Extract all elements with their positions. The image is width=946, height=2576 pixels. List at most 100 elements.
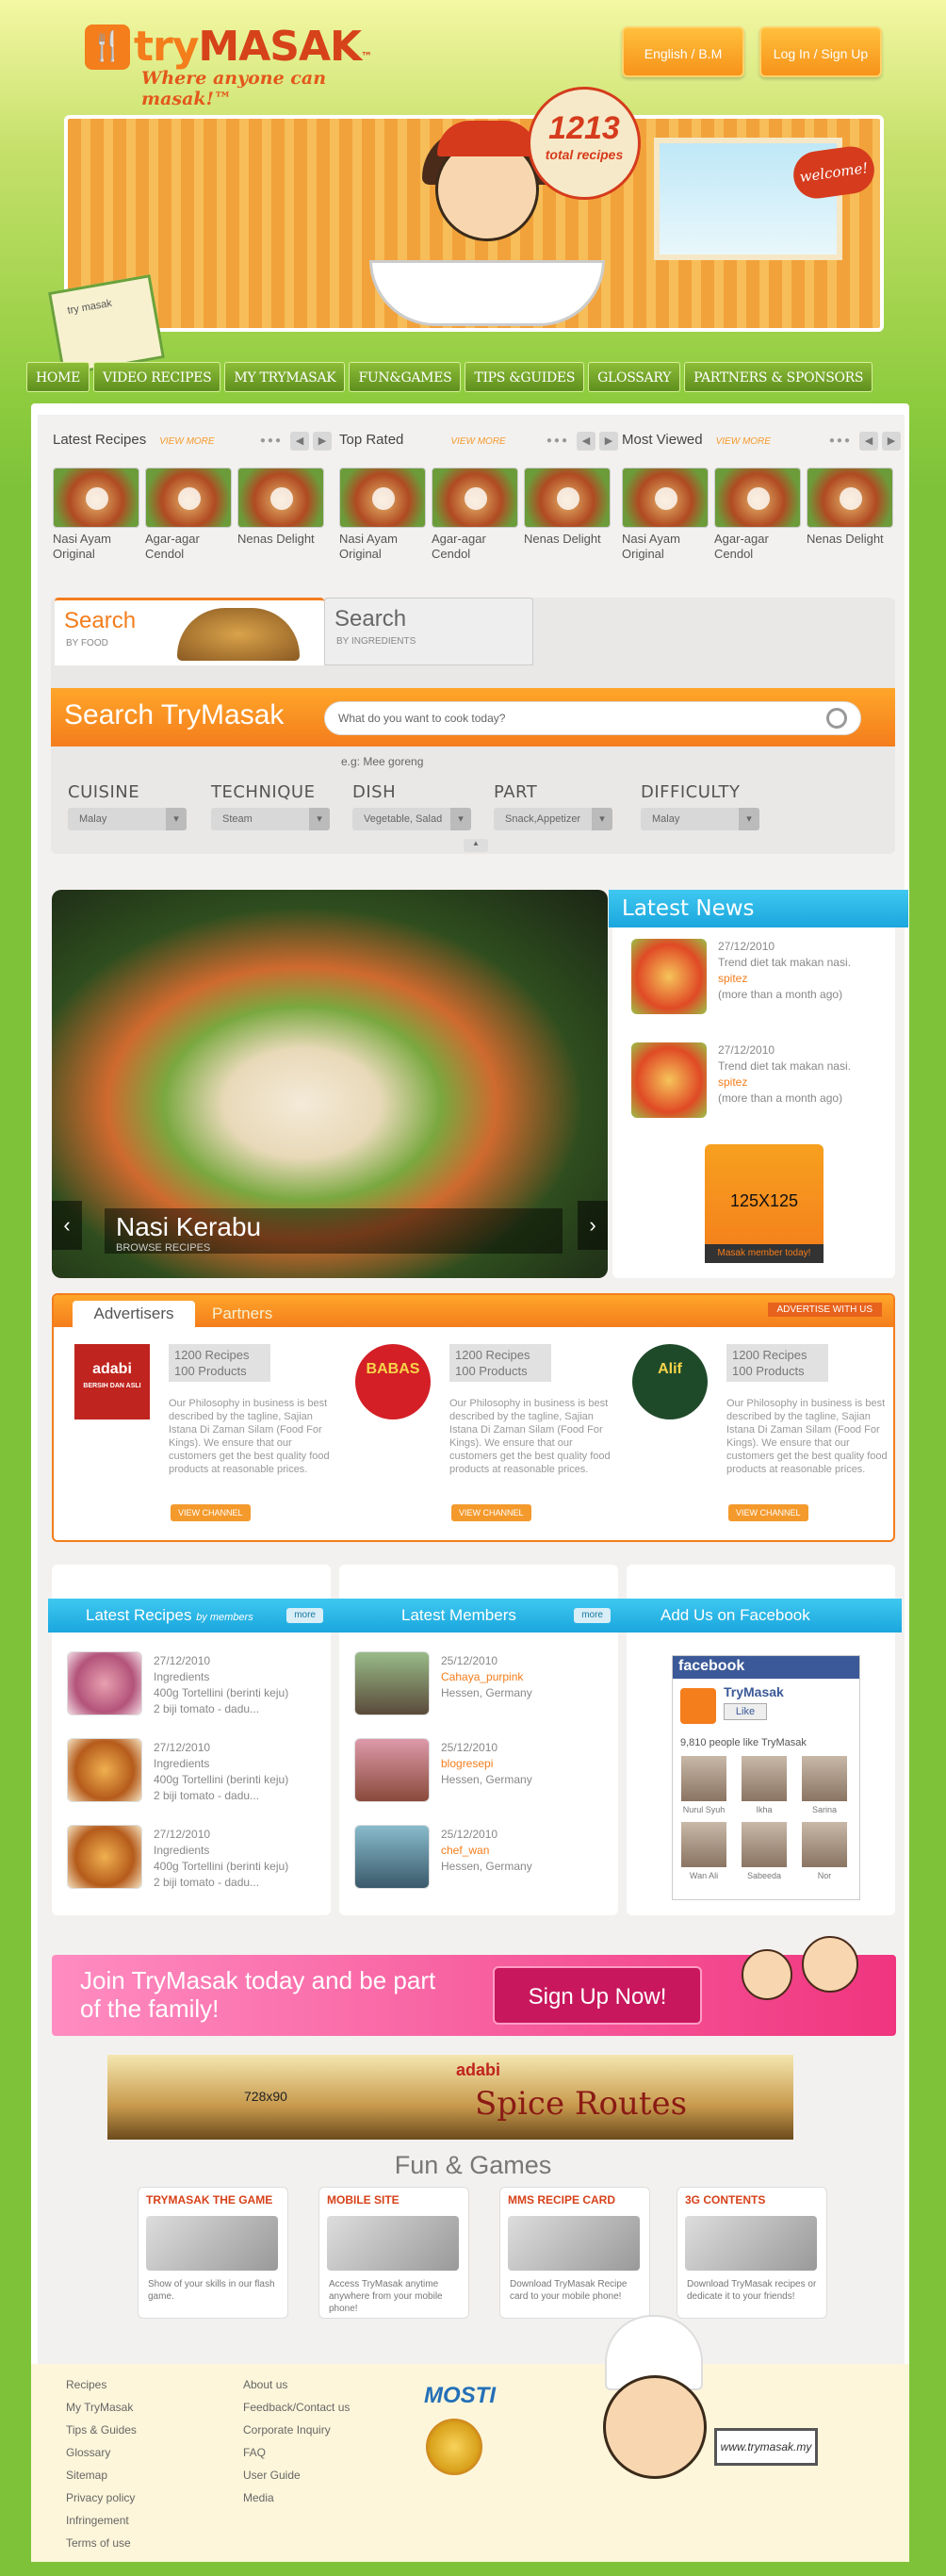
mosti-logo[interactable]: MOSTI: [424, 2383, 496, 2409]
view-channel-button[interactable]: VIEW CHANNEL: [171, 1504, 251, 1521]
news-author[interactable]: spitez: [718, 971, 851, 987]
news-item[interactable]: 27/12/2010 Trend diet tak makan nasi. spit…: [631, 1042, 876, 1137]
utensils-icon: 🍴: [85, 25, 130, 70]
next-arrow-icon[interactable]: ▶: [599, 432, 618, 451]
member-item[interactable]: 25/12/2010 blogresepi Hessen, Germany: [354, 1738, 609, 1819]
sign-up-button[interactable]: Sign Up Now!: [493, 1966, 702, 2025]
member-item[interactable]: 25/12/2010 chef_wan Hessen, Germany: [354, 1825, 609, 1906]
footer-link[interactable]: Infringement: [66, 2509, 137, 2532]
prev-arrow-icon[interactable]: ◀: [290, 432, 309, 451]
fan-item[interactable]: Sarina: [801, 1756, 848, 1814]
language-button[interactable]: English / B.M: [622, 26, 744, 77]
fan-item[interactable]: Wan Ali: [680, 1822, 727, 1880]
ad-125x125[interactable]: 125X125 Masak member today!: [705, 1144, 824, 1263]
footer-link[interactable]: Privacy policy: [66, 2486, 137, 2509]
recipe-thumb[interactable]: Nenas Delight: [807, 468, 893, 562]
footer-link[interactable]: Feedback/Contact us: [243, 2396, 350, 2419]
card-mobile-site[interactable]: MOBILE SITE Access TryMasak anytime anywh…: [318, 2187, 469, 2319]
tab-search-by-food[interactable]: Search BY FOOD: [55, 598, 324, 665]
recipe-thumb[interactable]: Nasi Ayam Original: [339, 468, 426, 562]
nav-video-recipes[interactable]: VIDEO RECIPES: [93, 362, 221, 392]
part-select[interactable]: Snack,Appetizer: [494, 808, 612, 830]
collapse-icon[interactable]: ▲: [464, 839, 488, 852]
footer-link[interactable]: Recipes: [66, 2373, 137, 2396]
recipe-thumb[interactable]: Agar-agar Cendol: [714, 468, 801, 562]
recipe-thumb[interactable]: Nenas Delight: [524, 468, 611, 562]
advertiser-babas: BABAS 1200 Recipes 100 Products Our Philo…: [351, 1344, 615, 1523]
fan-item[interactable]: Nor: [801, 1822, 848, 1880]
recipe-thumb[interactable]: Nasi Ayam Original: [53, 468, 139, 562]
member-item[interactable]: 25/12/2010 Cahaya_purpink Hessen, Germany: [354, 1651, 609, 1732]
view-more-link[interactable]: VIEW MORE: [159, 436, 214, 447]
recipe-item[interactable]: 27/12/2010 Ingredients 400g Tortellini (be…: [67, 1651, 321, 1732]
next-arrow-icon[interactable]: ▶: [313, 432, 332, 451]
fan-item[interactable]: Nurul Syuh: [680, 1756, 727, 1814]
difficulty-select[interactable]: Malay: [641, 808, 759, 830]
view-channel-button[interactable]: VIEW CHANNEL: [728, 1504, 808, 1521]
tab-advertisers[interactable]: Advertisers: [73, 1301, 195, 1327]
footer-link[interactable]: Glossary: [66, 2441, 137, 2464]
footer-link[interactable]: About us: [243, 2373, 350, 2396]
adabi-logo[interactable]: adabi BERSIH DAN ASLI: [74, 1344, 150, 1419]
nav-my-trymasak[interactable]: MY TRYMASAK: [224, 362, 346, 392]
footer-link[interactable]: Corporate Inquiry: [243, 2419, 350, 2441]
nav-fun-games[interactable]: FUN&GAMES: [349, 362, 462, 392]
slide-prev-icon[interactable]: ‹: [52, 1201, 82, 1250]
recipe-item[interactable]: 27/12/2010 Ingredients 400g Tortellini (be…: [67, 1825, 321, 1906]
news-author[interactable]: spitez: [718, 1075, 851, 1091]
fan-item[interactable]: Ikha: [741, 1756, 788, 1814]
fan-item[interactable]: Sabeeda: [741, 1822, 788, 1880]
nav-glossary[interactable]: GLOSSARY: [588, 362, 681, 392]
footer-link[interactable]: Sitemap: [66, 2464, 137, 2486]
prev-arrow-icon[interactable]: ◀: [577, 432, 595, 451]
search-panel: Search BY FOOD Search BY INGREDIENTS Sea…: [51, 598, 895, 854]
more-link[interactable]: more: [574, 1608, 611, 1623]
card-3g-contents[interactable]: 3G CONTENTS Download TryMasak recipes or …: [677, 2187, 827, 2319]
slide-next-icon[interactable]: ›: [578, 1201, 608, 1250]
site-logo[interactable]: 🍴 tryMASAK™ Where anyone can masak!™: [85, 23, 386, 109]
dish-select[interactable]: Vegetable, Salad: [352, 808, 471, 830]
next-arrow-icon[interactable]: ▶: [882, 432, 901, 451]
tab-search-by-ingredients[interactable]: Search BY INGREDIENTS: [324, 598, 533, 665]
nav-partners[interactable]: PARTNERS & SPONSORS: [684, 362, 873, 392]
more-link[interactable]: more: [286, 1608, 323, 1623]
facebook-page-name[interactable]: TryMasak: [724, 1684, 784, 1699]
tab-partners[interactable]: Partners: [212, 1301, 272, 1327]
card-mms-recipe[interactable]: MMS RECIPE CARD Download TryMasak Recipe …: [499, 2187, 650, 2319]
footer-link[interactable]: User Guide: [243, 2464, 350, 2486]
advertise-with-us-link[interactable]: ADVERTISE WITH US: [767, 1303, 882, 1317]
footer-link[interactable]: Tips & Guides: [66, 2419, 137, 2441]
view-channel-button[interactable]: VIEW CHANNEL: [451, 1504, 531, 1521]
footer-link[interactable]: My TryMasak: [66, 2396, 137, 2419]
footer-link[interactable]: Terms of use: [66, 2532, 137, 2554]
recipe-thumb[interactable]: Nenas Delight: [237, 468, 324, 562]
facebook-count: 9,810 people like TryMasak: [680, 1737, 807, 1748]
view-more-link[interactable]: VIEW MORE: [450, 436, 505, 447]
cuisine-select[interactable]: Malay: [68, 808, 187, 830]
recipe-thumb[interactable]: Nasi Ayam Original: [622, 468, 709, 562]
technique-select[interactable]: Steam: [211, 808, 330, 830]
login-button[interactable]: Log In / Sign Up: [759, 26, 882, 77]
filter-difficulty: DIFFICULTY Malay: [641, 782, 782, 830]
babas-logo[interactable]: BABAS: [355, 1344, 431, 1419]
facebook-like-button[interactable]: Like: [724, 1703, 767, 1720]
featured-slideshow[interactable]: Nasi Kerabu BROWSE RECIPES ‹ ›: [52, 890, 608, 1278]
pager-dots: ●●●: [828, 435, 852, 446]
search-input[interactable]: What do you want to cook today?: [324, 701, 861, 735]
view-more-link[interactable]: VIEW MORE: [716, 436, 771, 447]
nav-tips-guides[interactable]: TIPS &GUIDES: [465, 362, 585, 392]
search-icon[interactable]: [826, 708, 847, 729]
recipe-thumb[interactable]: Agar-agar Cendol: [145, 468, 232, 562]
footer-link[interactable]: Media: [243, 2486, 350, 2509]
card-trymasak-game[interactable]: TRYMASAK THE GAME Show of your skills in …: [138, 2187, 288, 2319]
alif-logo[interactable]: Alif: [632, 1344, 708, 1419]
recipe-item[interactable]: 27/12/2010 Ingredients 400g Tortellini (be…: [67, 1738, 321, 1819]
browse-recipes-link[interactable]: BROWSE RECIPES: [116, 1242, 551, 1254]
prev-arrow-icon[interactable]: ◀: [859, 432, 878, 451]
footer-link[interactable]: FAQ: [243, 2441, 350, 2464]
recipe-thumb[interactable]: Agar-agar Cendol: [432, 468, 518, 562]
nav-home[interactable]: HOME: [26, 362, 90, 392]
news-thumb: [631, 939, 707, 1014]
news-item[interactable]: 27/12/2010 Trend diet tak makan nasi. spit…: [631, 939, 876, 1033]
ad-728x90[interactable]: 728x90 adabi Spice Routes: [107, 2055, 793, 2140]
